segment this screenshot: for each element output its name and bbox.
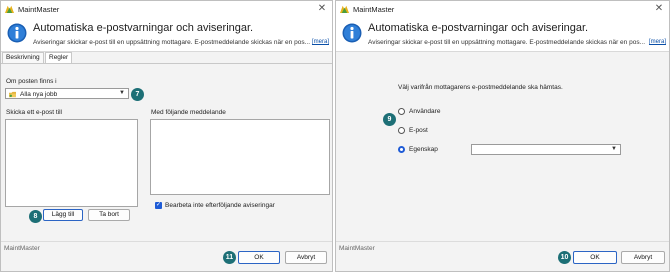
step-badge-10: 10: [558, 251, 571, 264]
rules-panel: Om posten finns i Alla nya jobb ▼ 7 Skic…: [1, 63, 332, 242]
recipient-source-dialog-window: MaintMaster ✕ Automatiska e-postvarninga…: [335, 0, 670, 272]
step-badge-11: 11: [223, 251, 236, 264]
header-title: Automatiska e-postvarningar och aviserin…: [33, 22, 254, 34]
dialog-header: Automatiska e-postvarningar och aviserin…: [336, 17, 669, 52]
process-checkbox-label: Bearbeta inte efterföljande aviseringar: [165, 202, 275, 209]
radio-email-label: E-post: [409, 127, 428, 134]
maintmaster-logo-icon: [5, 5, 14, 13]
info-icon: [342, 23, 362, 43]
radio-email[interactable]: [398, 127, 405, 134]
folder-icon: [9, 91, 16, 98]
add-button[interactable]: Lägg till: [43, 209, 83, 221]
radio-property-label: Egenskap: [409, 146, 438, 153]
rules-dialog-window: MaintMaster ✕ Automatiska e-postvarninga…: [0, 0, 333, 272]
message-textarea[interactable]: [150, 119, 330, 195]
dialog-header: Automatiska e-postvarningar och aviserin…: [1, 17, 332, 52]
remove-button[interactable]: Ta bort: [88, 209, 130, 221]
more-link[interactable]: [mera]: [312, 39, 329, 45]
step-badge-9: 9: [383, 113, 396, 126]
ok-button[interactable]: OK: [573, 251, 617, 264]
footer-label: MaintMaster: [339, 245, 375, 252]
step-badge-7: 7: [131, 88, 144, 101]
header-subtitle: Aviseringar skickar e-post till en uppsä…: [368, 39, 645, 46]
ok-button[interactable]: OK: [238, 251, 280, 264]
dropdown-value: Alla nya jobb: [20, 91, 58, 98]
header-title: Automatiska e-postvarningar och aviserin…: [368, 22, 589, 34]
radio-user[interactable]: [398, 108, 405, 115]
dialog-footer: MaintMaster 10 OK Avbryt: [336, 241, 669, 271]
maintmaster-logo-icon: [340, 5, 349, 13]
dialog-footer: MaintMaster 11 OK Avbryt: [1, 241, 332, 271]
footer-label: MaintMaster: [4, 245, 40, 252]
info-icon: [7, 23, 27, 43]
recipient-list[interactable]: [5, 119, 138, 207]
close-icon[interactable]: ✕: [316, 3, 328, 15]
header-subtitle: Aviseringar skickar e-post till en uppsä…: [33, 39, 310, 46]
close-icon[interactable]: ✕: [653, 3, 665, 15]
job-filter-dropdown[interactable]: Alla nya jobb ▼: [5, 88, 129, 99]
if-post-label: Om posten finns i: [6, 78, 57, 85]
message-label: Med följande meddelande: [151, 109, 226, 116]
chevron-down-icon: ▼: [611, 146, 617, 152]
title-bar: MaintMaster ✕: [1, 1, 332, 18]
chevron-down-icon: ▼: [119, 90, 125, 96]
cancel-button[interactable]: Avbryt: [285, 251, 327, 264]
window-title: MaintMaster: [18, 5, 60, 14]
recipient-source-panel: Välj varifrån mottagarens e-postmeddelan…: [336, 52, 669, 242]
cancel-button[interactable]: Avbryt: [621, 251, 665, 264]
radio-property[interactable]: [398, 146, 405, 153]
window-title: MaintMaster: [353, 5, 395, 14]
send-to-label: Skicka ett e-post till: [6, 109, 62, 116]
title-bar: MaintMaster ✕: [336, 1, 669, 18]
more-link[interactable]: [mera]: [649, 39, 666, 45]
process-checkbox[interactable]: ✓: [155, 202, 162, 209]
step-badge-8: 8: [29, 210, 42, 223]
source-prompt: Välj varifrån mottagarens e-postmeddelan…: [398, 84, 563, 91]
radio-user-label: Användare: [409, 108, 441, 115]
property-dropdown[interactable]: ▼: [471, 144, 621, 155]
